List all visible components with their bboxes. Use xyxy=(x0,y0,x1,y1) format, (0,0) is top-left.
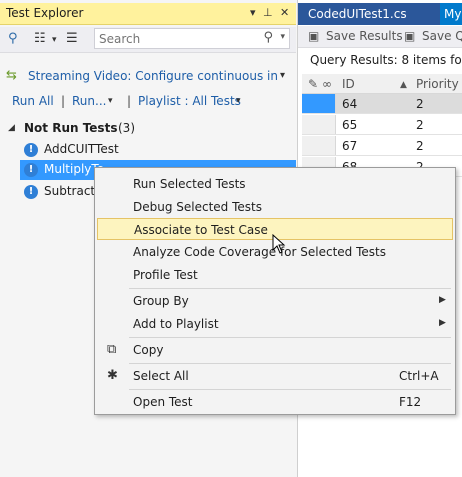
panel-title: Test Explorer xyxy=(6,6,84,20)
chevron-down-icon[interactable]: ▾ xyxy=(236,96,241,106)
run-all-link[interactable]: Run All xyxy=(12,94,54,108)
document-tab-bar: CodedUITest1.cs My xyxy=(298,3,462,25)
save-icon[interactable]: ▣ xyxy=(404,29,415,43)
menu-item-label: Debug Selected Tests xyxy=(133,200,262,214)
menu-item-open-test[interactable]: Open Test F12 xyxy=(97,391,453,413)
submenu-arrow-icon: ▶ xyxy=(439,295,446,305)
select-all-icon: ✱ xyxy=(107,368,118,383)
playlist-name[interactable]: Streaming Video: Configure continuous in… xyxy=(28,69,278,83)
save-icon[interactable]: ▣ xyxy=(308,29,319,43)
menu-item-label: Profile Test xyxy=(133,268,198,282)
shortcut-label: F12 xyxy=(399,395,422,409)
chevron-down-icon[interactable]: ▾ xyxy=(250,6,256,19)
cell-priority: 2 xyxy=(416,118,424,132)
cell-priority: 2 xyxy=(416,97,424,111)
sort-icon: ▲ xyxy=(400,80,407,90)
query-status: Query Results: 8 items found xyxy=(310,53,462,67)
search-box[interactable]: ⚲ ▾ xyxy=(94,28,290,49)
group-label: Not Run Tests xyxy=(24,121,118,135)
menu-separator xyxy=(129,389,451,390)
list-options-icon[interactable]: ☷ xyxy=(34,31,46,46)
not-run-icon: ! xyxy=(24,185,38,199)
query-toolbar: ▣ Save Results ▣ Save Q xyxy=(298,26,462,48)
menu-separator xyxy=(129,288,451,289)
menu-item-group-by[interactable]: Group By ▶ xyxy=(97,290,453,312)
table-row[interactable]: 65 2 xyxy=(302,115,462,135)
separator: | xyxy=(61,94,66,108)
menu-item-profile-test[interactable]: Profile Test xyxy=(97,264,453,286)
menu-item-label: Add to Playlist xyxy=(133,317,219,331)
run-menu-link[interactable]: Run... xyxy=(72,94,106,108)
cell-id: 64 xyxy=(342,97,358,111)
test-label: AddCUITTest xyxy=(44,142,119,156)
cell-id: 67 xyxy=(342,139,358,153)
menu-separator xyxy=(129,363,451,364)
link-icon[interactable]: ∞ xyxy=(322,77,332,91)
test-item[interactable]: ! AddCUITTest xyxy=(20,140,296,160)
menu-item-label: Analyze Code Coverage for Selected Tests xyxy=(133,245,386,259)
search-input[interactable] xyxy=(99,31,259,46)
pin-icon[interactable]: ⊥ xyxy=(263,6,273,19)
save-query-button[interactable]: Save Q xyxy=(422,29,462,43)
table-row[interactable]: 67 2 xyxy=(302,136,462,156)
menu-item-debug-selected[interactable]: Debug Selected Tests xyxy=(97,196,453,218)
cell-priority: 2 xyxy=(416,139,424,153)
menu-item-label: Run Selected Tests xyxy=(133,177,246,191)
columns-icon[interactable]: ☰ xyxy=(66,31,78,46)
group-count: (3) xyxy=(118,121,135,135)
mouse-cursor-icon xyxy=(272,234,286,254)
column-header-priority[interactable]: Priority xyxy=(416,77,459,91)
expand-triangle-icon[interactable]: ◢ xyxy=(8,123,15,133)
panel-title-bar: Test Explorer ▾ ⊥ ✕ xyxy=(0,3,296,25)
context-menu: Run Selected Tests Debug Selected Tests … xyxy=(94,167,456,415)
tab-my[interactable]: My xyxy=(440,3,462,25)
tab-codeduitest1[interactable]: CodedUITest1.cs xyxy=(308,7,407,21)
shortcut-label: Ctrl+A xyxy=(399,369,439,383)
chevron-down-icon[interactable]: ▾ xyxy=(280,32,285,42)
menu-item-copy[interactable]: ⧉ Copy xyxy=(97,339,453,361)
separator: | xyxy=(127,94,132,108)
menu-separator xyxy=(129,337,451,338)
chevron-down-icon[interactable]: ▾ xyxy=(108,96,113,106)
not-run-icon: ! xyxy=(24,163,38,177)
playlist-icon: ⇆ xyxy=(6,68,17,83)
group-by-icon[interactable]: ⚲ xyxy=(8,31,18,46)
not-run-icon: ! xyxy=(24,143,38,157)
edit-icon[interactable]: ✎ xyxy=(308,77,318,91)
menu-item-add-playlist[interactable]: Add to Playlist ▶ xyxy=(97,313,453,335)
column-header-id[interactable]: ID xyxy=(342,77,355,91)
menu-item-run-selected[interactable]: Run Selected Tests xyxy=(97,173,453,195)
row-selector[interactable] xyxy=(302,94,336,113)
menu-item-select-all[interactable]: ✱ Select All Ctrl+A xyxy=(97,365,453,387)
cell-id: 65 xyxy=(342,118,358,132)
close-icon[interactable]: ✕ xyxy=(280,6,289,19)
playlist-selector[interactable]: ⇆ Streaming Video: Configure continuous … xyxy=(6,68,294,86)
menu-item-label: Select All xyxy=(133,369,189,383)
search-icon[interactable]: ⚲ xyxy=(263,30,273,45)
playlist-menu-link[interactable]: Playlist : All Tests xyxy=(138,94,241,108)
chevron-down-icon[interactable]: ▾ xyxy=(52,35,57,45)
chevron-down-icon[interactable]: ▾ xyxy=(280,70,285,81)
menu-item-label: Associate to Test Case xyxy=(134,223,268,237)
copy-icon: ⧉ xyxy=(107,342,117,357)
submenu-arrow-icon: ▶ xyxy=(439,318,446,328)
menu-item-label: Copy xyxy=(133,343,164,357)
save-results-button[interactable]: Save Results xyxy=(326,29,403,43)
row-selector[interactable] xyxy=(302,136,336,155)
grid-header: ✎ ∞ ID ▲ Priority xyxy=(302,74,462,94)
menu-item-label: Group By xyxy=(133,294,189,308)
table-row[interactable]: 64 2 xyxy=(302,94,462,114)
menu-item-label: Open Test xyxy=(133,395,193,409)
row-selector[interactable] xyxy=(302,115,336,134)
